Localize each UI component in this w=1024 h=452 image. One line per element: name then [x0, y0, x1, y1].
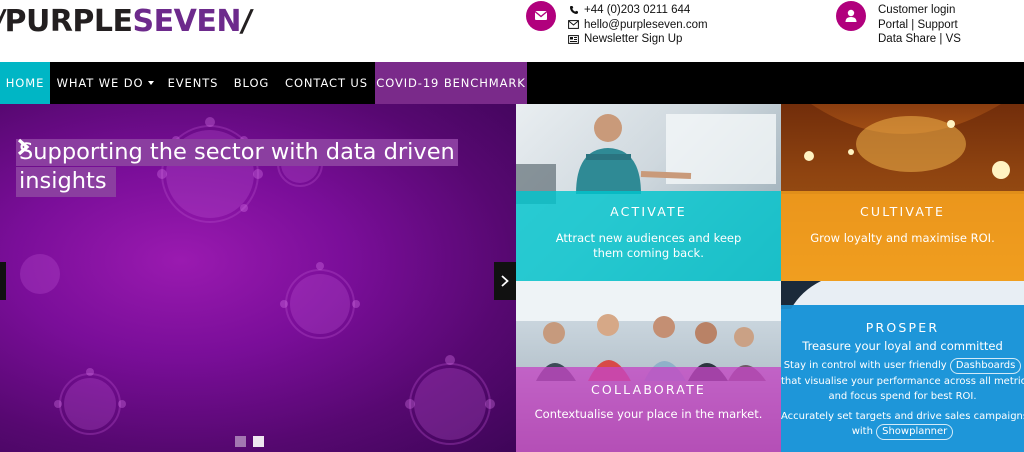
phone-row[interactable]: +44 (0)203 0211 644	[568, 3, 708, 18]
tile-activate[interactable]: ACTIVATE Attract new audiences and keep …	[516, 104, 781, 281]
phone-number: +44 (0)203 0211 644	[584, 4, 691, 16]
support-link[interactable]: Support	[917, 19, 957, 31]
tile-activate-text: Attract new audiences and keep them comi…	[555, 231, 742, 260]
separator: |	[911, 18, 915, 31]
slider-next-button[interactable]	[494, 262, 516, 300]
tile-activate-title: ACTIVATE	[610, 204, 687, 219]
separator: |	[939, 33, 943, 45]
vs-link[interactable]: VS	[946, 33, 961, 45]
nav-covid-benchmark[interactable]: COVID-19 BENCHMARK	[375, 62, 527, 104]
slider-dot-2[interactable]	[253, 436, 264, 447]
tile-prosper-details: Stay in control with user friendly Dashb…	[781, 358, 1024, 440]
nav-events[interactable]: EVENTS	[161, 62, 225, 104]
main-nav: HOME WHAT WE DO EVENTS BLOG CONTACT US C…	[0, 62, 1024, 104]
showplanner-link[interactable]: Showplanner	[876, 424, 954, 440]
nav-home[interactable]: HOME	[0, 62, 50, 104]
contact-details: +44 (0)203 0211 644 hello@purpleseven.co…	[568, 3, 708, 47]
nav-what-we-do[interactable]: WHAT WE DO	[50, 62, 161, 104]
caret-down-icon	[148, 81, 155, 85]
hero-headline-line2: insights	[19, 168, 107, 194]
newspaper-icon	[568, 34, 579, 44]
prosper-line5-text: with	[851, 426, 873, 437]
prosper-line3-text: and focus spend for best ROI.	[828, 391, 977, 402]
nav-blog[interactable]: BLOG	[225, 62, 278, 104]
tile-collaborate-text: Contextualise your place in the market.	[534, 407, 763, 421]
prosper-line2-text: that visualise your performance across a…	[781, 376, 1024, 387]
tile-cultivate[interactable]: CULTIVATE Grow loyalty and maximise ROI.	[781, 104, 1024, 281]
tile-prosper-subtitle: Treasure your loyal and committed	[802, 339, 1003, 353]
site-header: / PURPLE SEVEN / +44 (0)203 0211 644 hel…	[0, 0, 1024, 62]
purpleseven-logo[interactable]: / PURPLE SEVEN /	[0, 4, 254, 40]
mail-icon	[568, 20, 579, 30]
tile-collaborate[interactable]: COLLABORATE Contextualise your place in …	[516, 281, 781, 452]
data-share-link[interactable]: Data Share	[878, 33, 936, 45]
customer-login: Customer login Portal | Support Data Sha…	[878, 3, 961, 47]
hero-slider: Supporting the sector with data driven i…	[0, 104, 516, 452]
nav-what-we-do-label: WHAT WE DO	[56, 76, 144, 90]
newsletter-row[interactable]: Newsletter Sign Up	[568, 32, 708, 47]
customer-login-title: Customer login	[878, 4, 956, 16]
nav-contact-us[interactable]: CONTACT US	[278, 62, 375, 104]
prosper-line4-text: Accurately set targets and drive sales c…	[781, 411, 1024, 422]
email-link[interactable]: hello@purpleseven.com	[584, 18, 708, 33]
envelope-icon	[526, 1, 556, 31]
tile-cultivate-text: Grow loyalty and maximise ROI.	[810, 231, 995, 245]
portal-link[interactable]: Portal	[878, 19, 908, 31]
tile-collaborate-title: COLLABORATE	[590, 382, 707, 397]
tile-prosper-title: PROSPER	[865, 320, 940, 335]
slider-dots	[235, 436, 264, 447]
logo-part-purple: PURPLE	[4, 4, 133, 39]
logo-part-seven: SEVEN	[132, 4, 242, 39]
dashboards-link[interactable]: Dashboards	[949, 358, 1022, 374]
chevron-right-icon	[501, 275, 509, 287]
slider-dot-1[interactable]	[235, 436, 246, 447]
prosper-line1-text: Stay in control with user friendly	[783, 360, 947, 371]
phone-icon	[568, 5, 579, 15]
newsletter-link[interactable]: Newsletter Sign Up	[584, 32, 682, 47]
slider-prev-button[interactable]	[0, 262, 6, 300]
tile-prosper[interactable]: PROSPER Treasure your loyal and committe…	[781, 281, 1024, 452]
hero-headline[interactable]: Supporting the sector with data driven i…	[16, 138, 458, 197]
email-row[interactable]: hello@purpleseven.com	[568, 18, 708, 33]
tile-cultivate-title: CULTIVATE	[859, 204, 946, 219]
hero-headline-line1: Supporting the sector with data driven	[16, 139, 458, 166]
user-icon	[836, 1, 866, 31]
